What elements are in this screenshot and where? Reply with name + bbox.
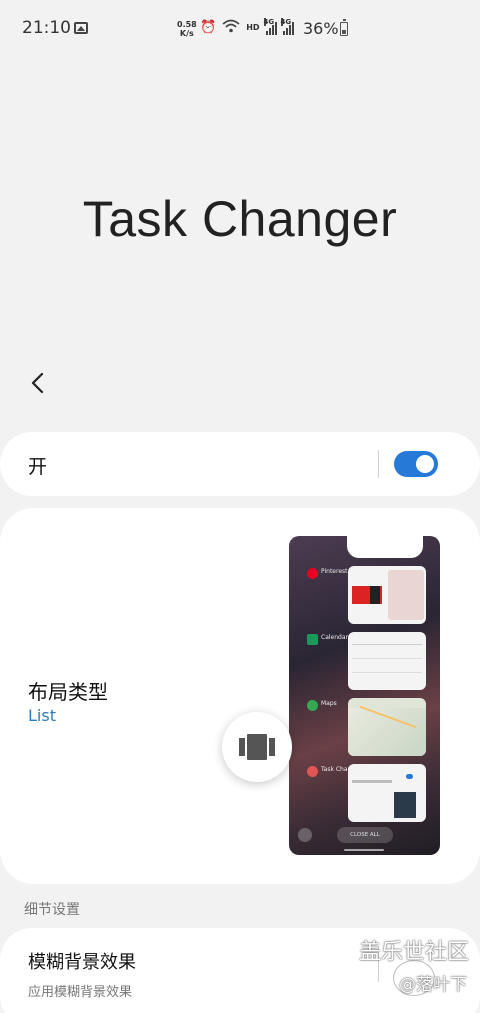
preview-thumbnail — [348, 764, 426, 822]
divider — [378, 450, 379, 478]
status-time: 21:10 — [22, 18, 71, 38]
signal-icon: 4G — [263, 17, 277, 35]
network-speed: 0.58 K/s — [177, 20, 197, 38]
blur-background-subtitle: 应用模糊背景效果 — [28, 985, 133, 1000]
chevron-left-icon — [31, 372, 44, 394]
back-button[interactable] — [24, 368, 54, 398]
hd-badge: HD — [246, 23, 260, 32]
preview-row: Calendar — [303, 632, 433, 692]
signal-icon: 4G — [280, 17, 294, 35]
page-title: Task Changer — [82, 191, 398, 247]
image-icon — [74, 22, 88, 34]
preview-thumbnail — [348, 566, 426, 624]
battery-icon — [340, 19, 348, 36]
master-toggle[interactable] — [394, 451, 438, 477]
layout-type-title: 布局类型 — [28, 680, 108, 704]
preview-app-label: Maps — [321, 700, 337, 707]
network-speed-value: 0.58 — [177, 20, 197, 29]
community-watermark: 盖乐世社区 @落叶下 — [345, 930, 475, 1000]
network-type-label: 4G — [263, 17, 275, 26]
pinterest-icon — [307, 568, 318, 579]
preview-row: Task Changer — [303, 764, 433, 824]
preview-row: Maps — [303, 698, 433, 758]
preview-close-all: CLOSE ALL — [337, 827, 393, 843]
watermark-line1: 盖乐世社区 — [358, 940, 469, 965]
master-switch-row[interactable]: 开 — [0, 432, 480, 496]
layout-preview: Pinterest Calendar Maps Task Changer CLO… — [289, 536, 440, 855]
status-bar: 21:10 0.58 K/s ⏰ HD 4G 4G 36% — [0, 0, 480, 58]
alarm-icon: ⏰ — [200, 20, 217, 35]
blur-background-title: 模糊背景效果 — [28, 952, 136, 973]
layout-type-value: List — [28, 706, 56, 725]
preview-app-label: Pinterest — [321, 568, 348, 575]
toggle-knob — [414, 453, 436, 475]
master-switch-label: 开 — [28, 456, 48, 478]
apps-grid-icon — [298, 828, 312, 842]
network-type-label: 4G — [280, 17, 292, 26]
watermark-line2: @落叶下 — [399, 975, 467, 995]
section-header-details: 细节设置 — [24, 902, 80, 918]
layout-type-card[interactable]: 布局类型 List Pinterest Calendar Maps Task C… — [0, 508, 480, 884]
battery-percent: 36% — [303, 19, 339, 38]
preview-navbar — [344, 849, 384, 851]
preview-row: Pinterest — [303, 566, 433, 626]
calendar-icon — [307, 634, 318, 645]
layout-switch-button[interactable] — [222, 712, 292, 782]
maps-icon — [307, 700, 318, 711]
layout-cards-icon — [239, 734, 275, 760]
preview-notch — [347, 536, 423, 558]
task-changer-icon — [307, 766, 318, 777]
preview-thumbnail — [348, 632, 426, 690]
network-speed-unit: K/s — [179, 29, 194, 38]
status-icons: ⏰ HD 4G 4G — [200, 17, 294, 37]
wifi-icon — [222, 18, 240, 37]
preview-app-label: Calendar — [321, 634, 348, 641]
preview-thumbnail — [348, 698, 426, 756]
